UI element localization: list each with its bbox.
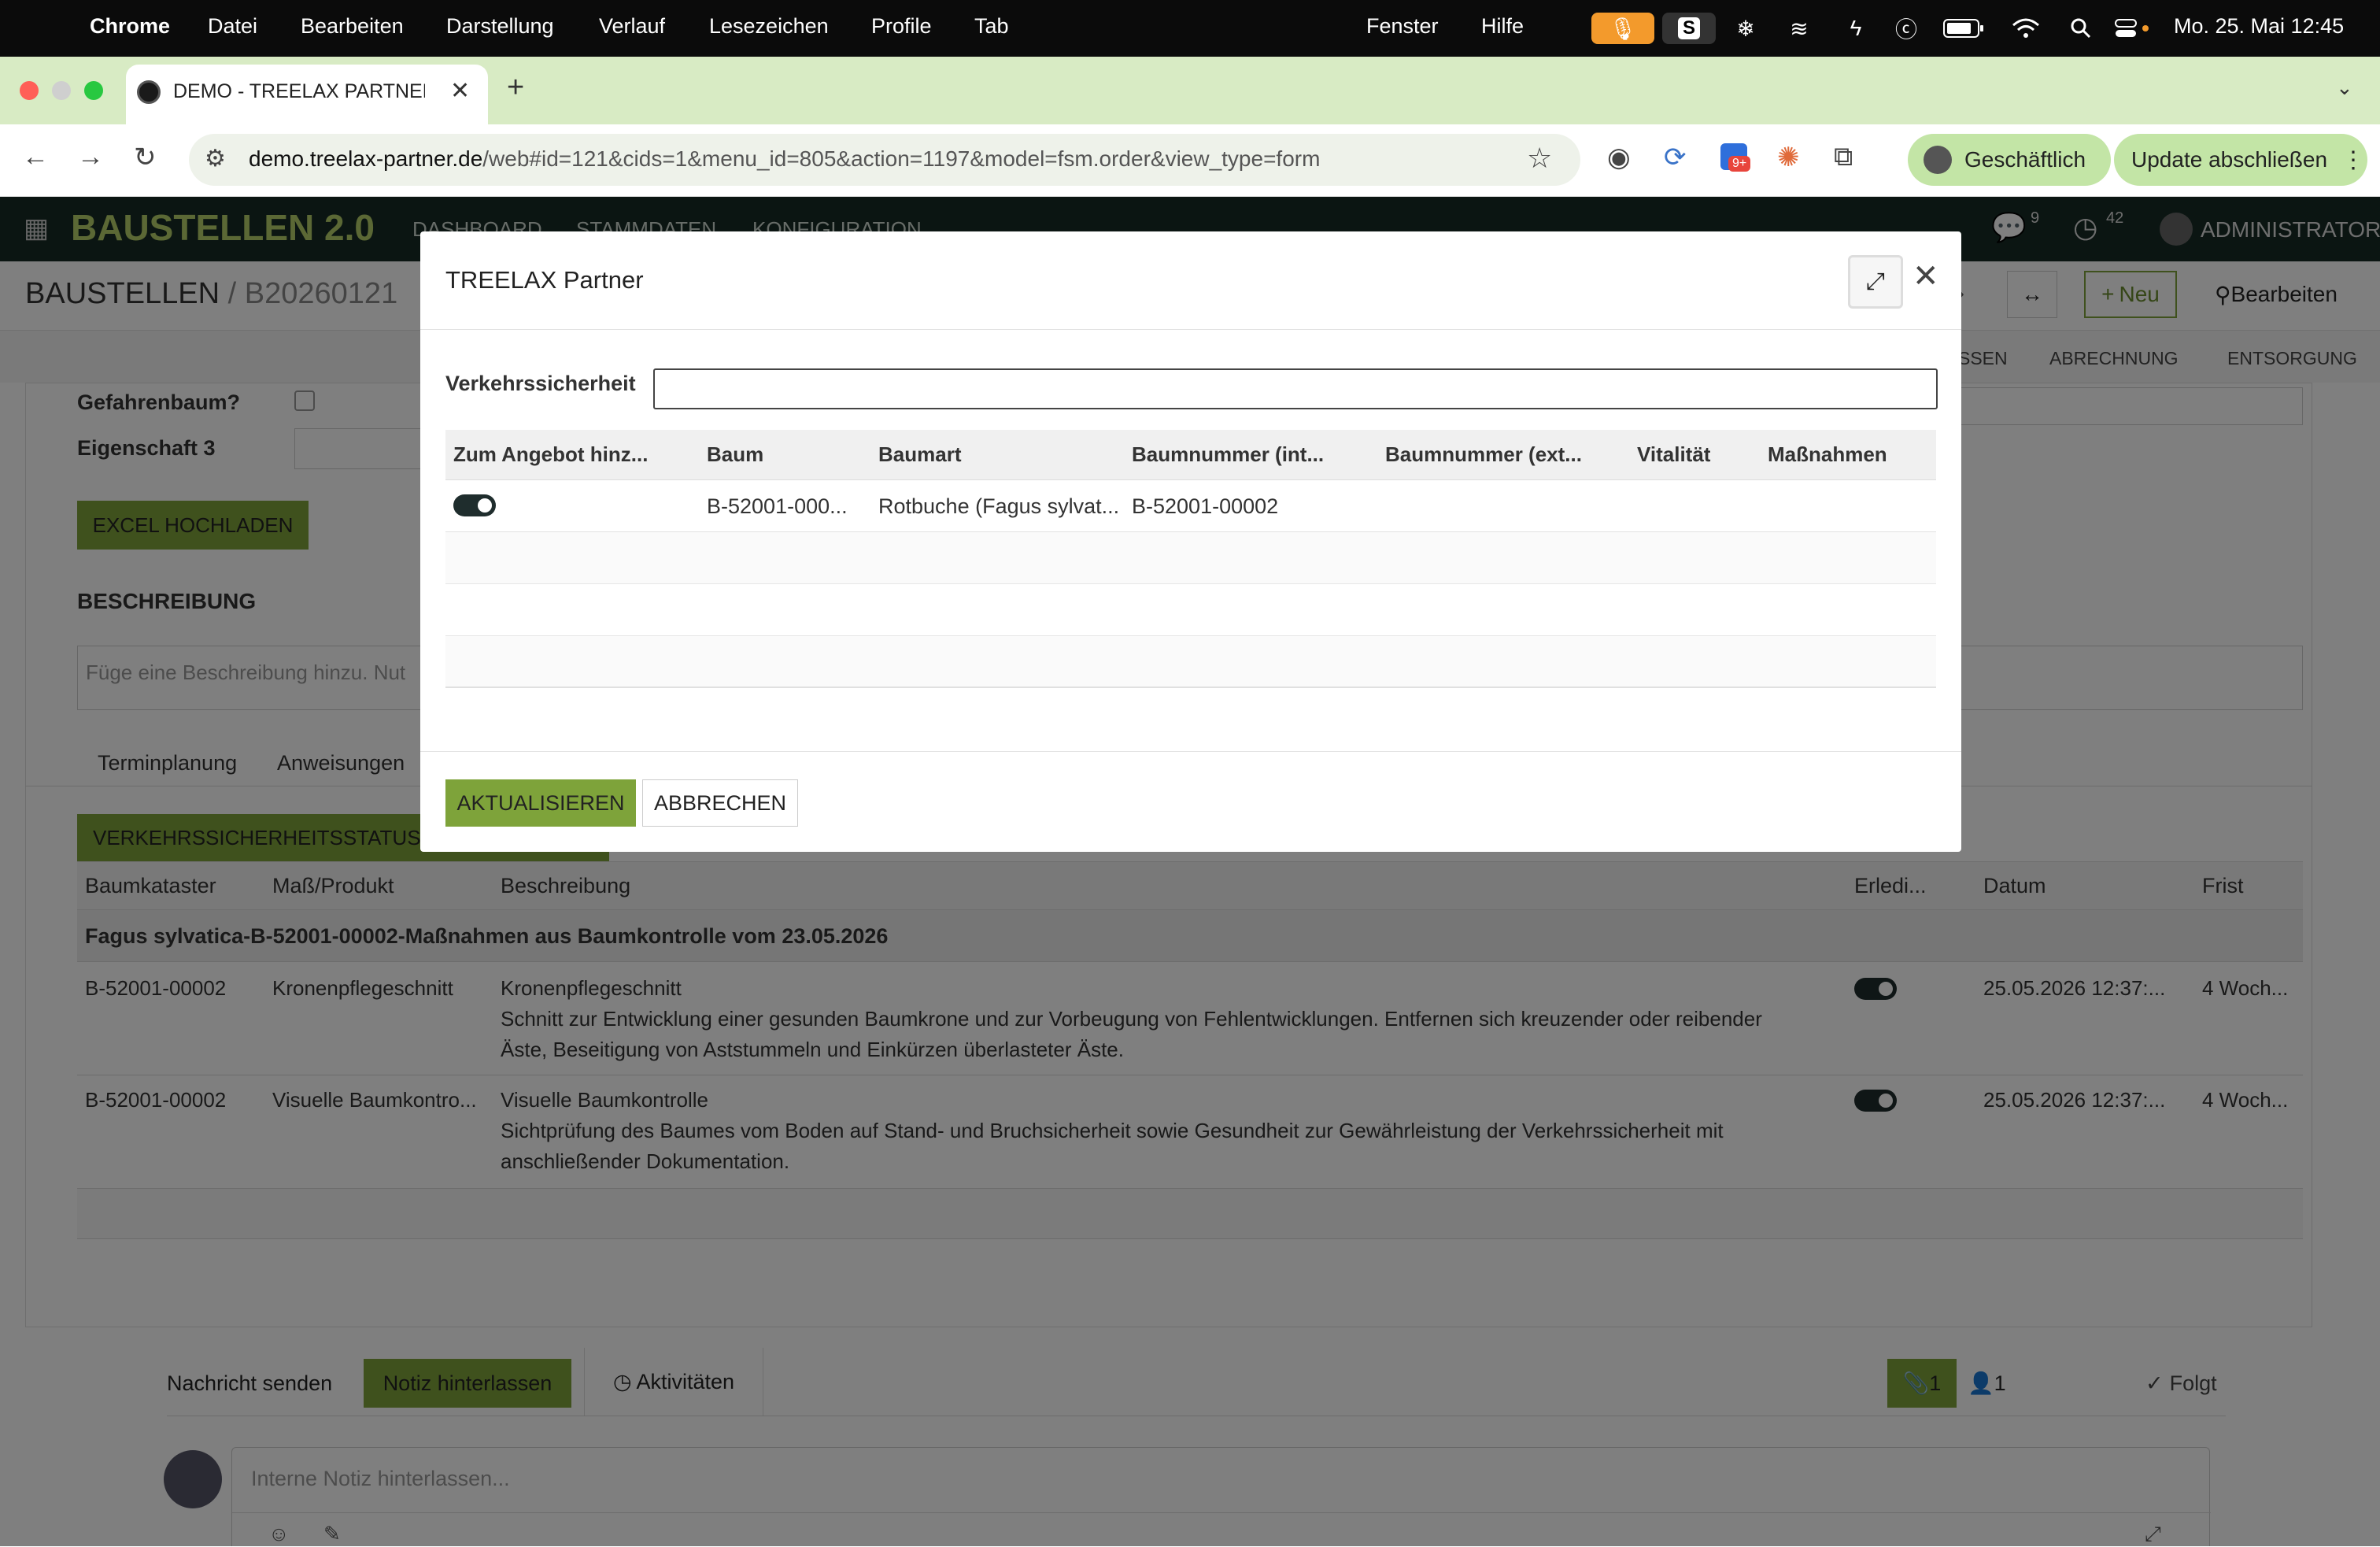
col-baum[interactable]: Baum [707,430,864,479]
battery-icon[interactable] [1941,13,1986,44]
abbrechen-button[interactable]: ABBRECHEN [642,779,798,827]
window-close-button[interactable] [20,81,39,100]
tab-search-chevron-down-icon[interactable]: ⌄ [2336,76,2353,100]
menu-fenster[interactable]: Fenster [1366,14,1439,39]
bookmark-star-icon[interactable]: ☆ [1527,142,1552,175]
chrome-menu-icon[interactable]: ⋮ [2341,146,2365,174]
sync-extension-icon[interactable]: ⟳ [1664,142,1687,173]
microphone-icon[interactable]: 🎙 [1591,13,1654,44]
menu-verlauf[interactable]: Verlauf [599,14,665,39]
row-baum: B-52001-000... [707,494,848,518]
menu-darstellung[interactable]: Darstellung [446,14,554,39]
browser-tab-active[interactable]: DEMO - TREELAX PARTNER - ✕ [126,65,488,124]
profile-avatar [1924,146,1952,174]
verkehrssicherheit-input[interactable] [653,368,1938,409]
tab-title: DEMO - TREELAX PARTNER - [173,80,425,102]
col-baumart[interactable]: Baumart [878,430,1114,479]
menu-tab[interactable]: Tab [974,14,1009,39]
modal-footer-divider [420,751,1961,752]
menu-profile[interactable]: Profile [871,14,932,39]
modal-close-icon[interactable]: ✕ [1913,258,1939,294]
forward-arrow-icon[interactable]: → [77,142,104,172]
wifi-icon[interactable] [2009,13,2043,44]
profile-button[interactable]: Geschäftlich [1908,134,2111,186]
address-bar[interactable]: ⚙ demo.treelax-partner.de/web#id=121&cid… [189,134,1580,186]
c-circle-icon[interactable]: ⓒ [1889,13,1924,44]
site-info-icon[interactable]: ⚙ [205,145,226,172]
modal-header-divider [420,329,1961,330]
update-chrome-button[interactable]: Update abschließen ⋮ [2114,134,2367,186]
control-center-icon[interactable] [2112,13,2153,44]
modal-title: TREELAX Partner [445,266,644,294]
empty-row [445,584,1936,636]
url-host: demo.treelax-partner.de [249,146,483,171]
modal-dialog: TREELAX Partner ⤢ ✕ Verkehrssicherheit Z… [420,231,1961,852]
stack-icon[interactable]: ≋ [1782,13,1816,44]
url-path: /web#id=121&cids=1&menu_id=805&action=11… [482,146,1321,171]
url-text: demo.treelax-partner.de/web#id=121&cids=… [249,146,1320,172]
row-baumnummer-int: B-52001-00002 [1132,494,1279,518]
col-baumnummer-ext[interactable]: Baumnummer (ext... [1385,430,1621,479]
s-app-letter: S [1677,17,1700,39]
s-app-icon[interactable]: S [1662,13,1716,44]
modal-expand-button[interactable]: ⤢ [1848,255,1903,309]
menu-datei[interactable]: Datei [208,14,257,39]
empty-row [445,532,1936,584]
extension-badge: 9+ [1728,156,1751,172]
window-minimize-button[interactable] [52,81,71,100]
empty-row [445,636,1936,688]
extension-calendar-icon[interactable]: 9+ [1720,143,1751,172]
col-zum-angebot[interactable]: Zum Angebot hinz... [453,430,650,479]
favicon-icon [137,80,161,104]
col-massnahmen[interactable]: Maßnahmen [1768,430,1925,479]
back-arrow-icon[interactable]: ← [22,142,49,172]
col-vitalitaet[interactable]: Vitalität [1637,430,1755,479]
menu-bearbeiten[interactable]: Bearbeiten [301,14,404,39]
menu-lesezeichen[interactable]: Lesezeichen [709,14,829,39]
flash-icon[interactable]: ϟ [1839,13,1873,44]
menu-datetime: Mo. 25. Mai 12:45 [2174,14,2345,38]
profile-label: Geschäftlich [1964,147,2086,172]
snowflake-icon[interactable]: ❄ [1728,13,1763,44]
new-tab-icon[interactable]: + [507,71,524,105]
update-label: Update abschließen [2131,147,2328,172]
window-zoom-button[interactable] [84,81,103,100]
col-baumnummer-int[interactable]: Baumnummer (int... [1132,430,1368,479]
expand-arrows-icon: ⤢ [1866,268,1885,294]
mac-menubar: Chrome Datei Bearbeiten Darstellung Verl… [0,0,2380,57]
claude-extension-icon[interactable]: ✺ [1777,142,1800,173]
modal-table-header: Zum Angebot hinz... Baum Baumart Baumnum… [445,430,1936,480]
menu-app-name[interactable]: Chrome [90,14,170,39]
zum-angebot-toggle[interactable] [453,494,496,516]
reload-icon[interactable]: ↻ [134,142,157,173]
menu-hilfe[interactable]: Hilfe [1481,14,1524,39]
verkehrssicherheit-label: Verkehrssicherheit [445,372,636,395]
password-manager-icon[interactable]: ◉ [1607,142,1631,173]
search-icon[interactable] [2065,13,2097,44]
extensions-puzzle-icon[interactable]: ⧉ [1834,142,1853,172]
aktualisieren-button[interactable]: AKTUALISIEREN [445,779,636,827]
row-baumart: Rotbuche (Fagus sylvat... [878,494,1120,518]
table-row[interactable]: B-52001-000... Rotbuche (Fagus sylvat...… [445,480,1936,532]
tab-close-icon[interactable]: ✕ [450,77,470,105]
